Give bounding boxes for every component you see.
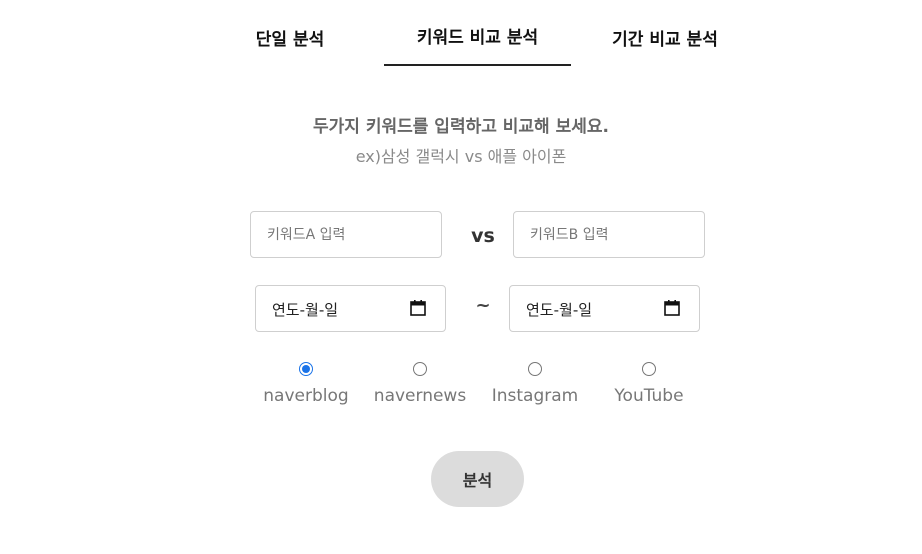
start-date-input[interactable]: 연도-월-일 [255, 285, 446, 332]
vs-label: vs [471, 225, 495, 247]
tab-keyword-compare[interactable]: 키워드 비교 분석 [384, 22, 571, 66]
radio-label-naverblog: naverblog [263, 386, 349, 406]
radio-label-instagram: Instagram [491, 386, 579, 406]
page: 단일 분석 키워드 비교 분석 기간 비교 분석 두가지 키워드를 입력하고 비… [0, 0, 922, 554]
source-option-youtube[interactable]: YouTube [589, 362, 709, 406]
calendar-icon[interactable] [663, 299, 681, 317]
tab-single-analysis[interactable]: 단일 분석 [226, 24, 354, 66]
source-option-naverblog[interactable]: naverblog [246, 362, 366, 406]
end-date-input[interactable]: 연도-월-일 [509, 285, 700, 332]
analyze-button[interactable]: 분석 [431, 451, 524, 507]
radio-youtube[interactable] [642, 362, 656, 376]
start-date-placeholder: 연도-월-일 [272, 301, 339, 319]
source-option-instagram[interactable]: Instagram [475, 362, 595, 406]
radio-label-youtube: YouTube [614, 386, 684, 406]
keyword-a-input[interactable] [250, 211, 442, 258]
source-option-navernews[interactable]: navernews [360, 362, 480, 406]
radio-instagram[interactable] [528, 362, 542, 376]
radio-naverblog[interactable] [299, 362, 313, 376]
example-text: ex)삼성 갤럭시 vs 애플 아이폰 [355, 147, 567, 166]
instruction-text: 두가지 키워드를 입력하고 비교해 보세요. [312, 117, 609, 137]
tab-period-compare[interactable]: 기간 비교 분석 [600, 24, 730, 66]
calendar-icon[interactable] [409, 299, 427, 317]
end-date-placeholder: 연도-월-일 [526, 301, 593, 319]
radio-navernews[interactable] [413, 362, 427, 376]
date-range-separator: ~ [475, 295, 491, 316]
keyword-b-input[interactable] [513, 211, 705, 258]
radio-label-navernews: navernews [373, 386, 467, 406]
